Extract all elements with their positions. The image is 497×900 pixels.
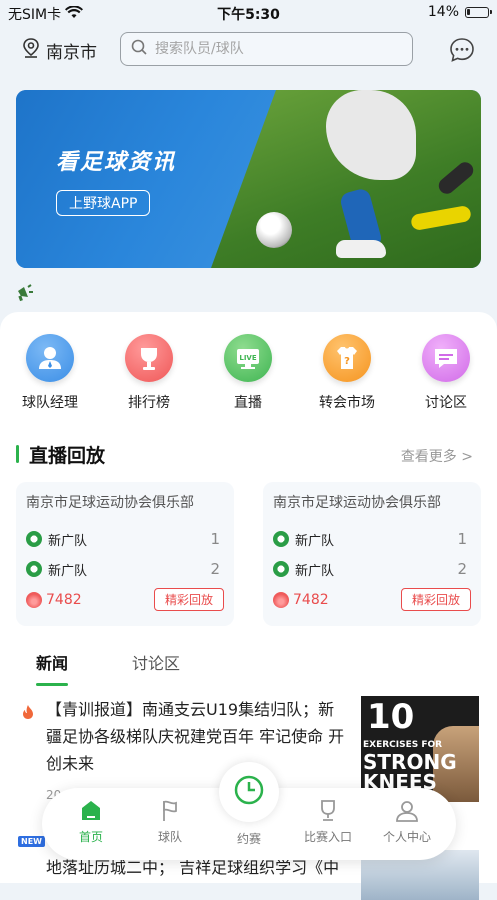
section-accent-bar — [16, 445, 19, 463]
chat-bubble-icon — [448, 38, 476, 68]
replay-card[interactable]: 南京市足球运动协会俱乐部 新广队 1 新广队 2 7482 精彩回放 — [16, 482, 234, 626]
thumb-word: STRONG — [363, 750, 457, 774]
quick-item-label: 排行榜 — [128, 395, 170, 411]
heat-count: 7482 — [26, 591, 82, 608]
tab-news[interactable]: 新闻 — [36, 650, 69, 686]
team-row: 新广队 2 — [26, 554, 224, 584]
team-name: 新广队 — [295, 533, 335, 549]
quick-item-team-manager[interactable]: 球队经理 — [10, 334, 90, 412]
news-title: 【青训报道】南通支云U19集结归队；新疆足协各级梯队庆祝建党百年 牢记使命 开创… — [46, 700, 345, 773]
heat-count: 7482 — [273, 591, 329, 608]
thumb-caption: EXERCISES FOR — [363, 740, 443, 750]
team-name: 新广队 — [295, 563, 335, 579]
team-name: 新广队 — [48, 533, 88, 549]
home-icon — [56, 796, 126, 826]
banner-title: 看足球资讯 — [56, 150, 177, 175]
manager-icon — [26, 334, 74, 382]
quick-item-transfer-market[interactable]: ? 转会市场 — [307, 334, 387, 412]
top-header: 南京市 — [0, 30, 497, 70]
clock: 下午5:30 — [217, 7, 280, 23]
team-score: 2 — [210, 560, 220, 578]
team-name: 新广队 — [48, 563, 88, 579]
quick-item-discussion[interactable]: 讨论区 — [406, 334, 486, 412]
user-icon — [372, 796, 442, 826]
flag-icon — [135, 796, 205, 826]
city-name: 南京市 — [46, 43, 97, 63]
club-name: 南京市足球运动协会俱乐部 — [26, 495, 194, 511]
quick-item-ranking[interactable]: 排行榜 — [109, 334, 189, 412]
nav-match-entry[interactable]: 比赛入口 — [293, 796, 363, 845]
new-badge: NEW — [18, 836, 45, 847]
team-logo-icon — [273, 531, 289, 547]
nav-label: 约赛 — [236, 832, 261, 846]
nav-team[interactable]: 球队 — [135, 796, 205, 845]
team-logo-icon — [26, 531, 42, 547]
team-row: 新广队 1 — [26, 524, 224, 554]
svg-text:LIVE: LIVE — [239, 354, 256, 362]
nav-label: 个人中心 — [382, 830, 431, 844]
replay-card[interactable]: 南京市足球运动协会俱乐部 新广队 1 新广队 2 7482 精彩回放 — [263, 482, 481, 626]
quick-item-label: 讨论区 — [425, 395, 467, 411]
search-bar[interactable] — [120, 32, 413, 66]
highlight-replay-button[interactable]: 精彩回放 — [400, 588, 471, 611]
message-button[interactable] — [448, 36, 476, 68]
banner-subtitle: 上野球APP — [56, 190, 151, 216]
nav-match-booking[interactable] — [219, 762, 279, 822]
nav-label: 首页 — [78, 830, 103, 844]
trophy-icon — [125, 334, 173, 382]
cup-icon — [293, 796, 363, 826]
jersey-icon: ? — [323, 334, 371, 382]
news-thumbnail: 10 EXERCISES FOR STRONG KNEES — [361, 696, 479, 802]
section-title: 直播回放 — [29, 444, 106, 467]
nav-label: 比赛入口 — [303, 830, 352, 844]
team-logo-icon — [26, 561, 42, 577]
tab-discussion[interactable]: 讨论区 — [132, 650, 180, 674]
team-logo-icon — [273, 561, 289, 577]
thumb-number: 10 — [367, 697, 415, 737]
content-tabs: 新闻 讨论区 — [0, 646, 497, 686]
quick-item-label: 球队经理 — [22, 395, 78, 411]
comment-icon — [422, 334, 470, 382]
team-score: 2 — [457, 560, 467, 578]
highlight-replay-button[interactable]: 精彩回放 — [153, 588, 224, 611]
nav-profile[interactable]: 个人中心 — [372, 796, 442, 845]
svg-text:?: ? — [344, 356, 350, 367]
heat-value: 7482 — [46, 591, 82, 608]
search-input[interactable] — [155, 41, 385, 57]
nav-home[interactable]: 首页 — [56, 796, 126, 845]
announcement-speaker-icon[interactable] — [16, 284, 36, 306]
team-score: 1 — [210, 530, 220, 548]
status-bar: 无SIM卡 下午5:30 14% — [0, 0, 497, 26]
view-more-link[interactable]: 查看更多 > — [401, 446, 473, 466]
live-tv-icon: LIVE — [224, 334, 272, 382]
location-pin-icon — [22, 38, 40, 63]
city-selector[interactable]: 南京市 — [22, 38, 97, 63]
quick-item-label: 直播 — [234, 395, 262, 411]
promo-banner[interactable]: 看足球资讯 上野球APP — [16, 90, 481, 268]
club-name: 南京市足球运动协会俱乐部 — [273, 495, 441, 511]
search-icon — [131, 39, 147, 59]
live-replay-header: 直播回放 — [16, 442, 106, 467]
flame-icon — [26, 591, 42, 608]
flame-icon — [273, 591, 289, 608]
team-row: 新广队 2 — [273, 554, 471, 584]
quick-item-live[interactable]: LIVE 直播 — [208, 334, 288, 412]
clock-icon — [233, 774, 265, 810]
quick-menu: 球队经理 排行榜 LIVE 直播 ? 转会市场 讨论区 — [0, 334, 497, 414]
fire-icon — [22, 704, 34, 724]
team-row: 新广队 1 — [273, 524, 471, 554]
battery-icon — [465, 6, 492, 18]
team-score: 1 — [457, 530, 467, 548]
football-image — [256, 212, 292, 248]
battery-percent: 14% — [427, 4, 459, 20]
quick-item-label: 转会市场 — [319, 395, 375, 411]
heat-value: 7482 — [293, 591, 329, 608]
nav-label: 球队 — [157, 830, 182, 844]
